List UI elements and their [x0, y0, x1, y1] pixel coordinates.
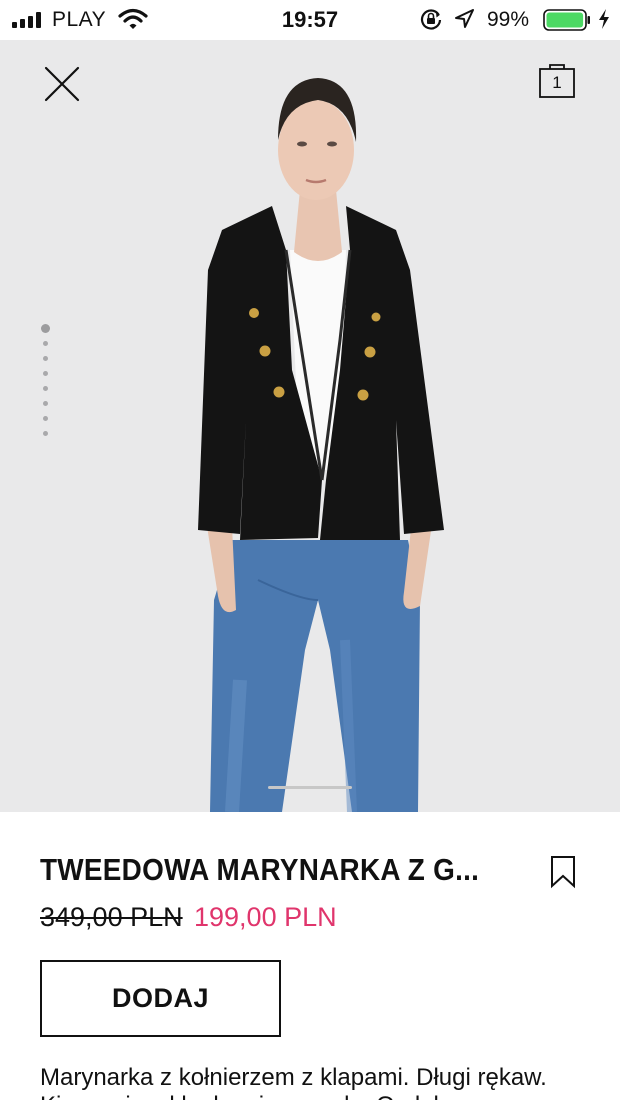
product-image-gallery[interactable]: 1	[0, 40, 620, 812]
pager-dot[interactable]	[43, 341, 48, 346]
pager-dot[interactable]	[43, 401, 48, 406]
bookmark-button[interactable]	[548, 854, 578, 890]
description-line: Kieszenie z klapkami z przodu. Ozdobne..…	[40, 1092, 494, 1100]
product-description: Marynarka z kołnierzem z klapami. Długi …	[40, 1064, 600, 1100]
pager-dot[interactable]	[41, 324, 50, 333]
product-photo	[0, 40, 620, 812]
battery-icon	[543, 9, 590, 31]
location-arrow-icon	[455, 9, 474, 28]
product-info-panel: TWEEDOWA MARYNARKA Z G... 349,00 PLN 199…	[0, 812, 620, 1100]
pager-dot[interactable]	[43, 431, 48, 436]
charging-bolt-icon	[599, 9, 609, 29]
product-title[interactable]: TWEEDOWA MARYNARKA Z G...	[40, 852, 479, 888]
close-icon	[44, 66, 80, 102]
pager-dot[interactable]	[43, 356, 48, 361]
shopping-bag-button[interactable]: 1	[536, 62, 580, 102]
pager-dot[interactable]	[43, 371, 48, 376]
bag-item-count: 1	[552, 73, 562, 92]
rotation-lock-icon	[420, 9, 442, 30]
scroll-indicator	[268, 786, 352, 789]
sale-price: 199,00 PLN	[194, 902, 337, 932]
original-price: 349,00 PLN	[40, 902, 183, 932]
pager-dot[interactable]	[43, 416, 48, 421]
description-line: Marynarka z kołnierzem z klapami. Długi …	[40, 1064, 547, 1091]
battery-percentage: 99%	[487, 8, 530, 31]
close-button[interactable]	[40, 62, 84, 106]
status-bar: PLAY 19:57 99%	[0, 0, 620, 40]
image-pager[interactable]	[40, 324, 52, 444]
add-to-cart-button[interactable]: DODAJ	[40, 960, 281, 1037]
pager-dot[interactable]	[43, 386, 48, 391]
bookmark-icon	[551, 856, 575, 889]
